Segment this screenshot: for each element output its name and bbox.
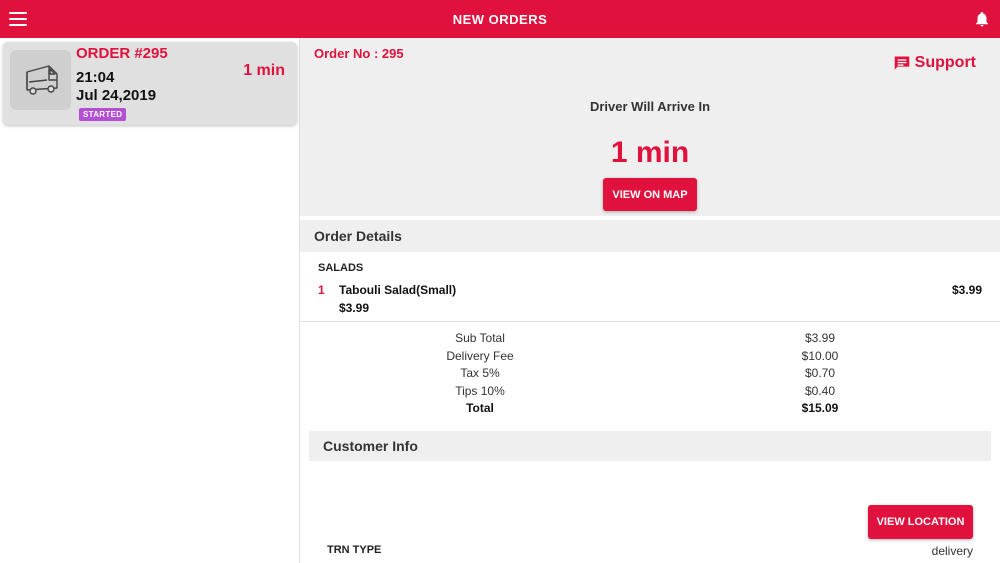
- totals-row-delivery-fee: Delivery Fee $10.00: [300, 349, 1000, 367]
- totals-value: $0.40: [804, 383, 836, 398]
- totals-value: $3.99: [804, 331, 836, 345]
- chat-icon: [894, 56, 909, 70]
- view-on-map-button[interactable]: VIEW ON MAP: [603, 178, 697, 211]
- order-eta: 1 min: [243, 62, 285, 79]
- order-no-label: Order No : 295: [314, 46, 404, 61]
- view-location-button[interactable]: VIEW LOCATION: [868, 505, 973, 539]
- totals-row-subtotal: Sub Total $3.99: [300, 331, 1000, 349]
- totals-value: $15.09: [801, 401, 839, 415]
- totals-label: Tax 5%: [460, 366, 500, 380]
- order-time: 21:04: [76, 69, 115, 86]
- trn-type-label: TRN TYPE: [327, 544, 382, 556]
- customer-info-heading: Customer Info: [309, 431, 991, 461]
- item-line-total: $3.99: [951, 283, 982, 297]
- totals-value: $0.70: [804, 366, 836, 380]
- delivery-truck-icon: [10, 50, 71, 110]
- hamburger-menu-icon[interactable]: [9, 12, 27, 26]
- driver-arrival-section: Order No : 295 Support Driver Will Arriv…: [300, 38, 1000, 216]
- divider: [300, 321, 1000, 322]
- order-totals: Sub Total $3.99 Delivery Fee $10.00 Tax …: [300, 331, 1000, 419]
- item-quantity: 1: [318, 283, 325, 297]
- totals-value: $10.00: [801, 348, 839, 363]
- item-name: Tabouli Salad(Small): [339, 283, 457, 297]
- order-list: ORDER #295 21:04 Jul 24,2019 STARTED 1 m…: [0, 38, 300, 563]
- driver-arrival-text: Driver Will Arrive In: [589, 99, 711, 114]
- item-category: SALADS: [318, 262, 364, 274]
- totals-label: Total: [466, 401, 494, 415]
- trn-type-value: delivery: [931, 544, 973, 558]
- order-details-heading: Order Details: [300, 220, 1000, 252]
- totals-row-total: Total $15.09: [300, 401, 1000, 419]
- totals-label: Delivery Fee: [446, 348, 514, 363]
- order-date: Jul 24,2019: [76, 87, 157, 104]
- support-button[interactable]: Support: [893, 54, 976, 72]
- page-title: NEW ORDERS: [452, 11, 548, 27]
- order-card-295[interactable]: ORDER #295 21:04 Jul 24,2019 STARTED 1 m…: [3, 42, 297, 125]
- bell-icon[interactable]: [973, 10, 991, 28]
- totals-row-tax: Tax 5% $0.70: [300, 366, 1000, 384]
- order-detail-panel: Order No : 295 Support Driver Will Arriv…: [300, 38, 1000, 563]
- app-header: NEW ORDERS: [0, 0, 1000, 38]
- item-unit-price: $3.99: [339, 301, 370, 315]
- support-label: Support: [914, 54, 976, 71]
- driver-eta: 1 min: [610, 136, 690, 169]
- status-badge: STARTED: [79, 108, 127, 121]
- totals-row-tips: Tips 10% $0.40: [300, 384, 1000, 402]
- order-number: ORDER #295: [76, 45, 168, 62]
- totals-label: Tips 10%: [455, 383, 505, 398]
- totals-label: Sub Total: [455, 331, 505, 345]
